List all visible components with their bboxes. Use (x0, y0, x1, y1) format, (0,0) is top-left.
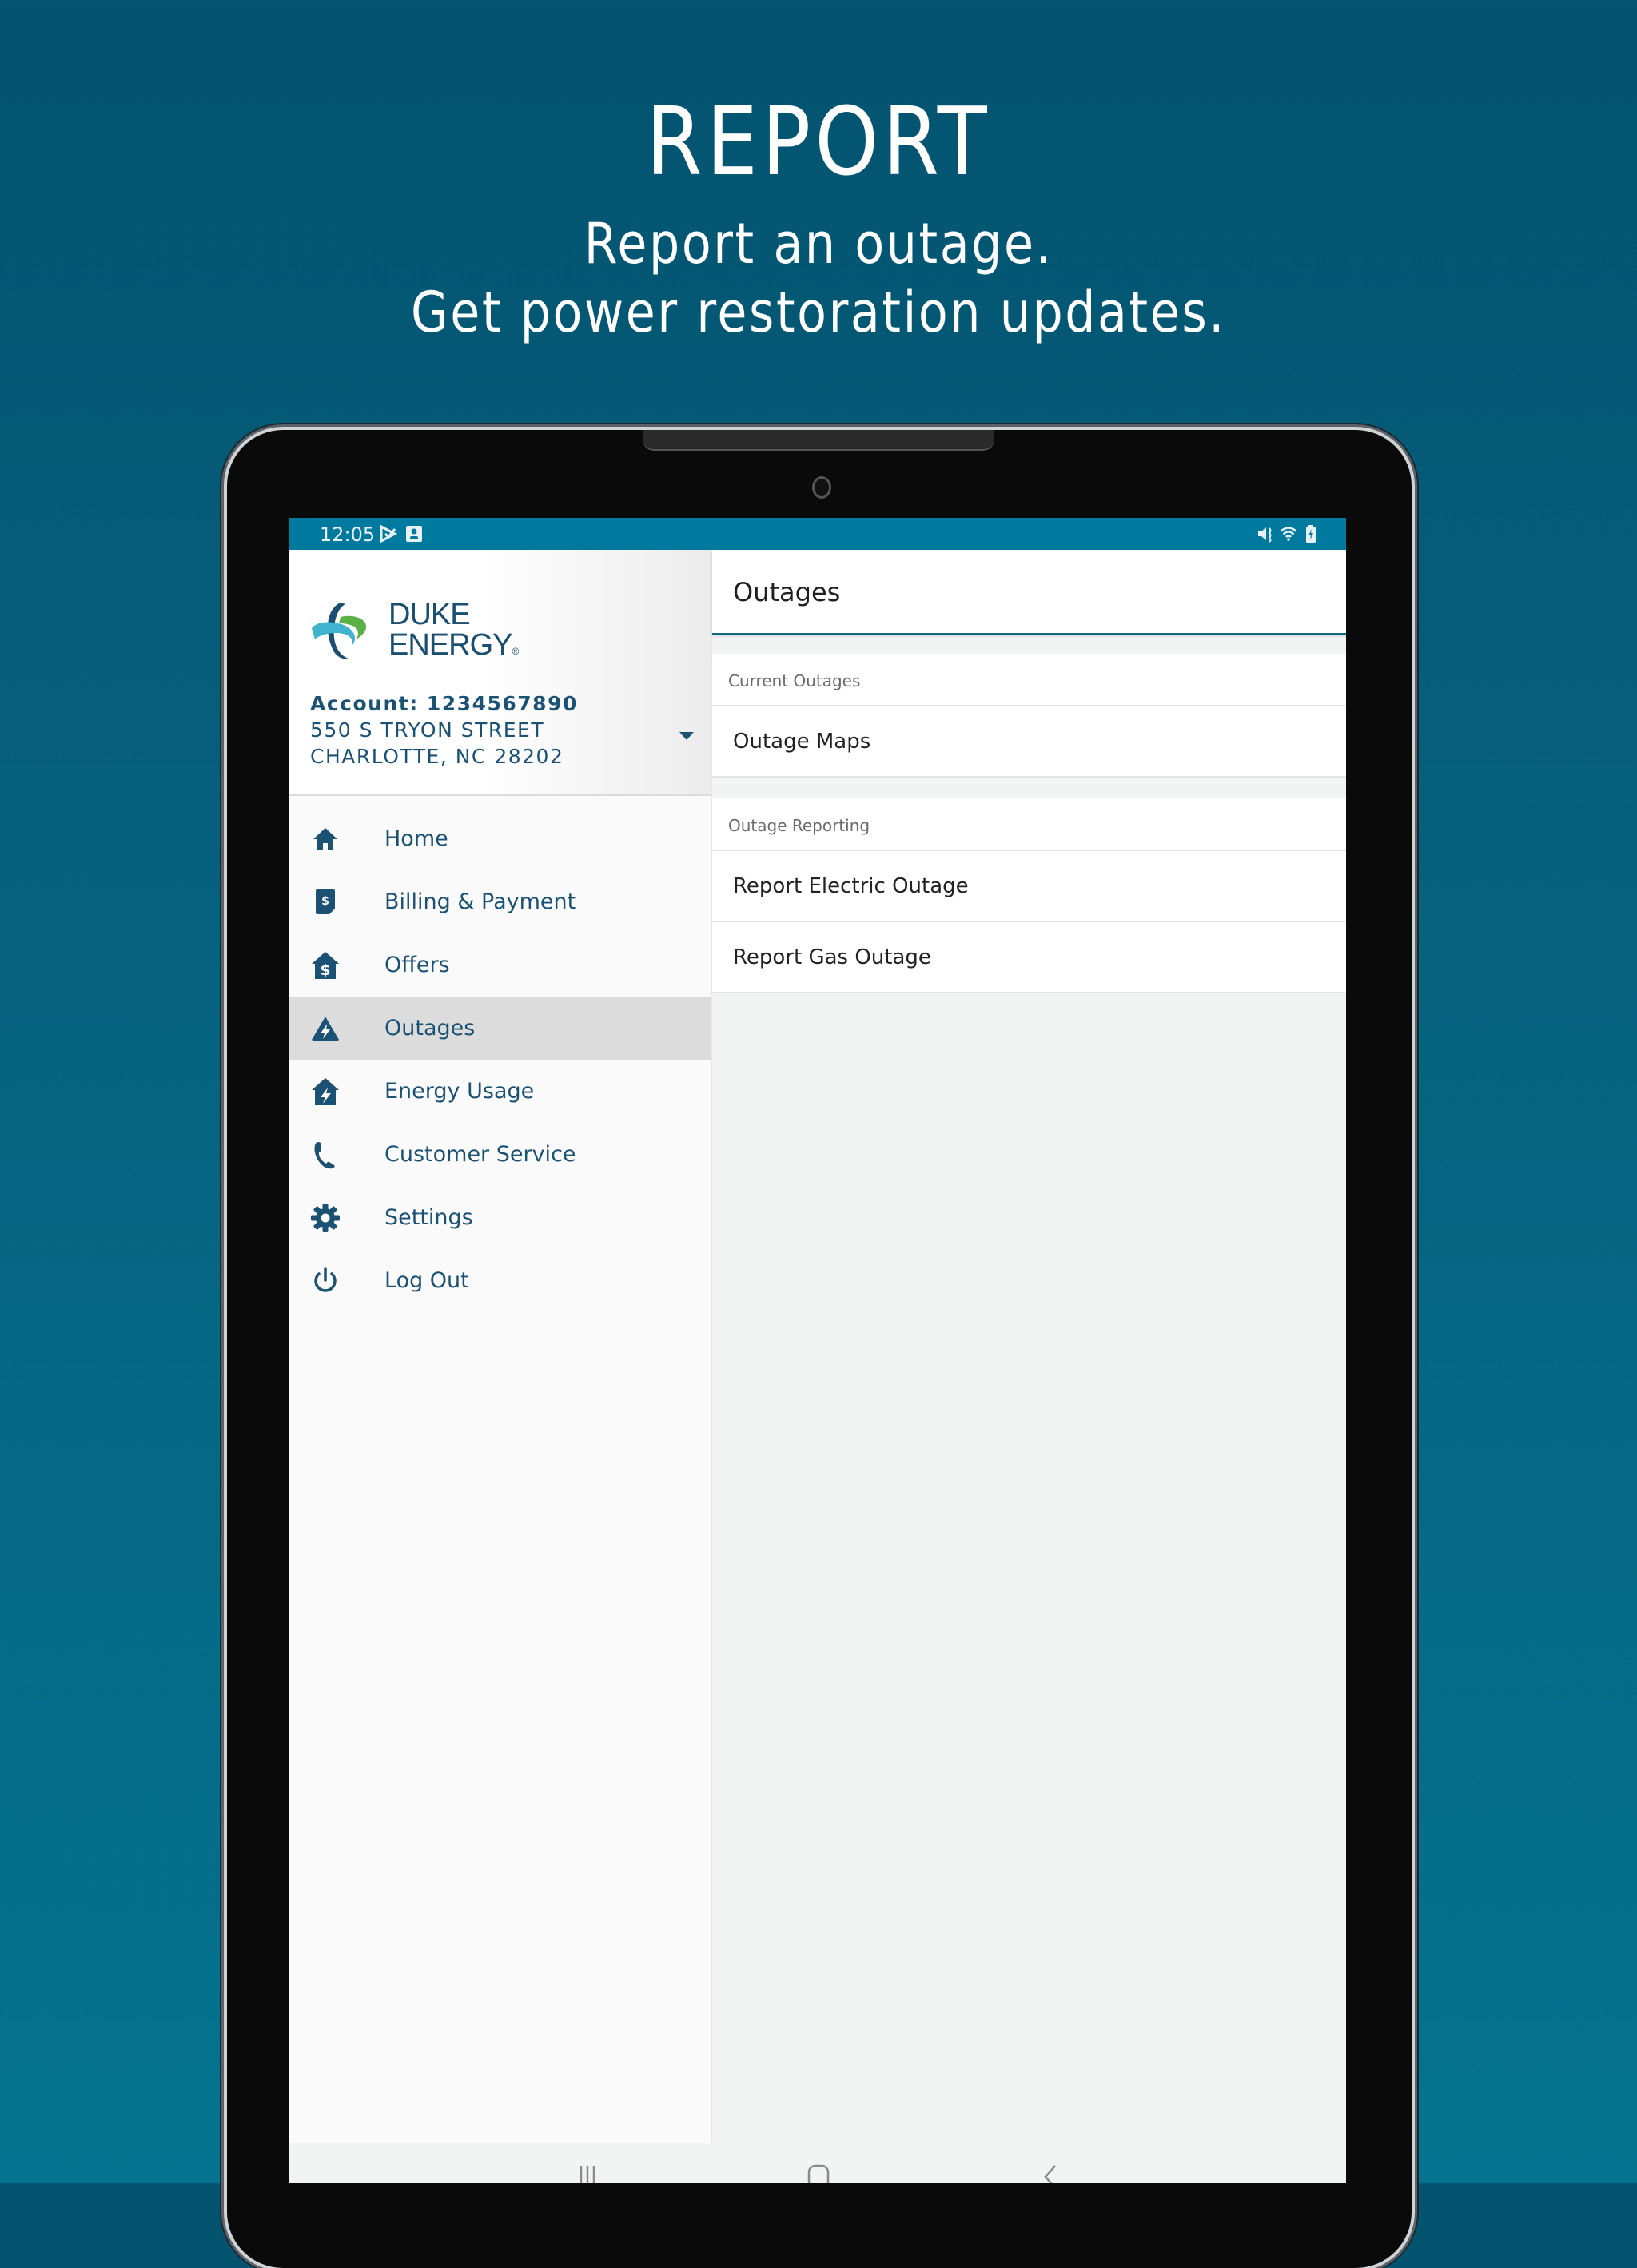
drawer-nav-list: Home $ Billing & Payment $ Offers Outage… (289, 807, 711, 1312)
logo-line1: DUKE (388, 598, 471, 631)
sidebar-item-label: Settings (384, 1205, 473, 1230)
sidebar-item-energy-usage[interactable]: Energy Usage (289, 1060, 711, 1123)
section-current-outages: Current Outages Outage Maps (712, 654, 1346, 778)
status-time: 12:05 (320, 523, 376, 546)
battery-charging-icon (1306, 525, 1316, 543)
promo-subtitle: Report an outage. Get power restoration … (114, 209, 1522, 347)
wifi-icon (1280, 527, 1297, 541)
gear-icon (311, 1204, 340, 1232)
promo-subtitle-line1: Report an outage. (584, 211, 1053, 277)
bill-icon: $ (316, 889, 335, 914)
account-dropdown-caret-icon[interactable] (679, 732, 694, 740)
sidebar-item-log-out[interactable]: Log Out (289, 1249, 711, 1312)
section-header: Outage Reporting (712, 798, 1346, 851)
account-address-line2: CHARLOTTE, NC 28202 (310, 745, 564, 768)
outages-panel: Outages Current Outages Outage Maps Outa… (712, 550, 1346, 2143)
play-store-notification-icon (380, 524, 398, 543)
registered-mark: ® (512, 646, 520, 657)
tablet-notch (643, 430, 994, 451)
portrait-notification-icon (406, 526, 422, 542)
sidebar-item-home[interactable]: Home (289, 807, 711, 870)
home-button-icon[interactable] (807, 2164, 830, 2183)
sidebar-item-label: Billing & Payment (384, 889, 576, 914)
sidebar-item-label: Energy Usage (384, 1079, 535, 1104)
front-camera (812, 476, 831, 499)
recent-apps-icon[interactable] (577, 2164, 598, 2183)
account-number: Account: 1234567890 (310, 692, 578, 715)
sidebar-item-customer-service[interactable]: Customer Service (289, 1123, 711, 1186)
page-header: Outages (712, 550, 1346, 635)
logo-line2: ENERGY (388, 628, 512, 662)
section-label: Outage Reporting (728, 816, 870, 835)
section-label: Current Outages (728, 671, 861, 690)
section-outage-reporting: Outage Reporting Report Electric Outage … (712, 798, 1346, 993)
phone-icon (314, 1142, 335, 1169)
list-item-label: Report Gas Outage (733, 945, 931, 969)
sidebar-item-label: Offers (384, 953, 450, 977)
svg-text:$: $ (321, 895, 329, 908)
list-item-report-electric-outage[interactable]: Report Electric Outage (712, 851, 1346, 922)
section-header: Current Outages (712, 654, 1346, 706)
sidebar-item-label: Home (384, 826, 448, 851)
home-icon (313, 828, 337, 850)
account-header[interactable]: DUKE ENERGY® Account: 1234567890 550 S T… (289, 550, 711, 796)
status-bar: 12:05 (289, 518, 1346, 550)
sidebar-item-label: Customer Service (384, 1142, 576, 1167)
duke-energy-logo: DUKE ENERGY® (309, 599, 519, 663)
navigation-drawer: DUKE ENERGY® Account: 1234567890 550 S T… (289, 550, 712, 2143)
logo-wordmark: DUKE ENERGY® (388, 599, 519, 666)
sidebar-item-outages[interactable]: Outages (289, 997, 711, 1060)
back-icon[interactable] (1042, 2164, 1058, 2183)
account-address-line1: 550 S TRYON STREET (310, 718, 545, 742)
promo-subtitle-line2: Get power restoration updates. (410, 280, 1226, 345)
device-screen: 12:05 DUKE ENERGY® Account: 1234567890 5… (289, 518, 1346, 2183)
promo-title: REPORT (646, 86, 991, 197)
sidebar-item-offers[interactable]: $ Offers (289, 933, 711, 997)
mute-icon (1258, 527, 1272, 543)
svg-text:$: $ (320, 961, 330, 979)
outage-triangle-icon (312, 1017, 339, 1041)
list-item-label: Outage Maps (733, 730, 871, 754)
sidebar-item-label: Log Out (384, 1268, 469, 1293)
power-icon (314, 1267, 337, 1292)
list-item-outage-maps[interactable]: Outage Maps (712, 706, 1346, 778)
house-dollar-icon: $ (312, 952, 339, 979)
system-navigation-bar (289, 2143, 1346, 2183)
sidebar-item-settings[interactable]: Settings (289, 1186, 711, 1249)
sidebar-item-billing-payment[interactable]: $ Billing & Payment (289, 870, 711, 933)
house-bolt-icon (312, 1078, 339, 1105)
sidebar-item-label: Outages (384, 1016, 476, 1040)
duke-energy-logo-mark-icon (312, 603, 367, 659)
list-item-label: Report Electric Outage (733, 874, 969, 898)
page-title: Outages (733, 577, 841, 607)
list-item-report-gas-outage[interactable]: Report Gas Outage (712, 922, 1346, 993)
